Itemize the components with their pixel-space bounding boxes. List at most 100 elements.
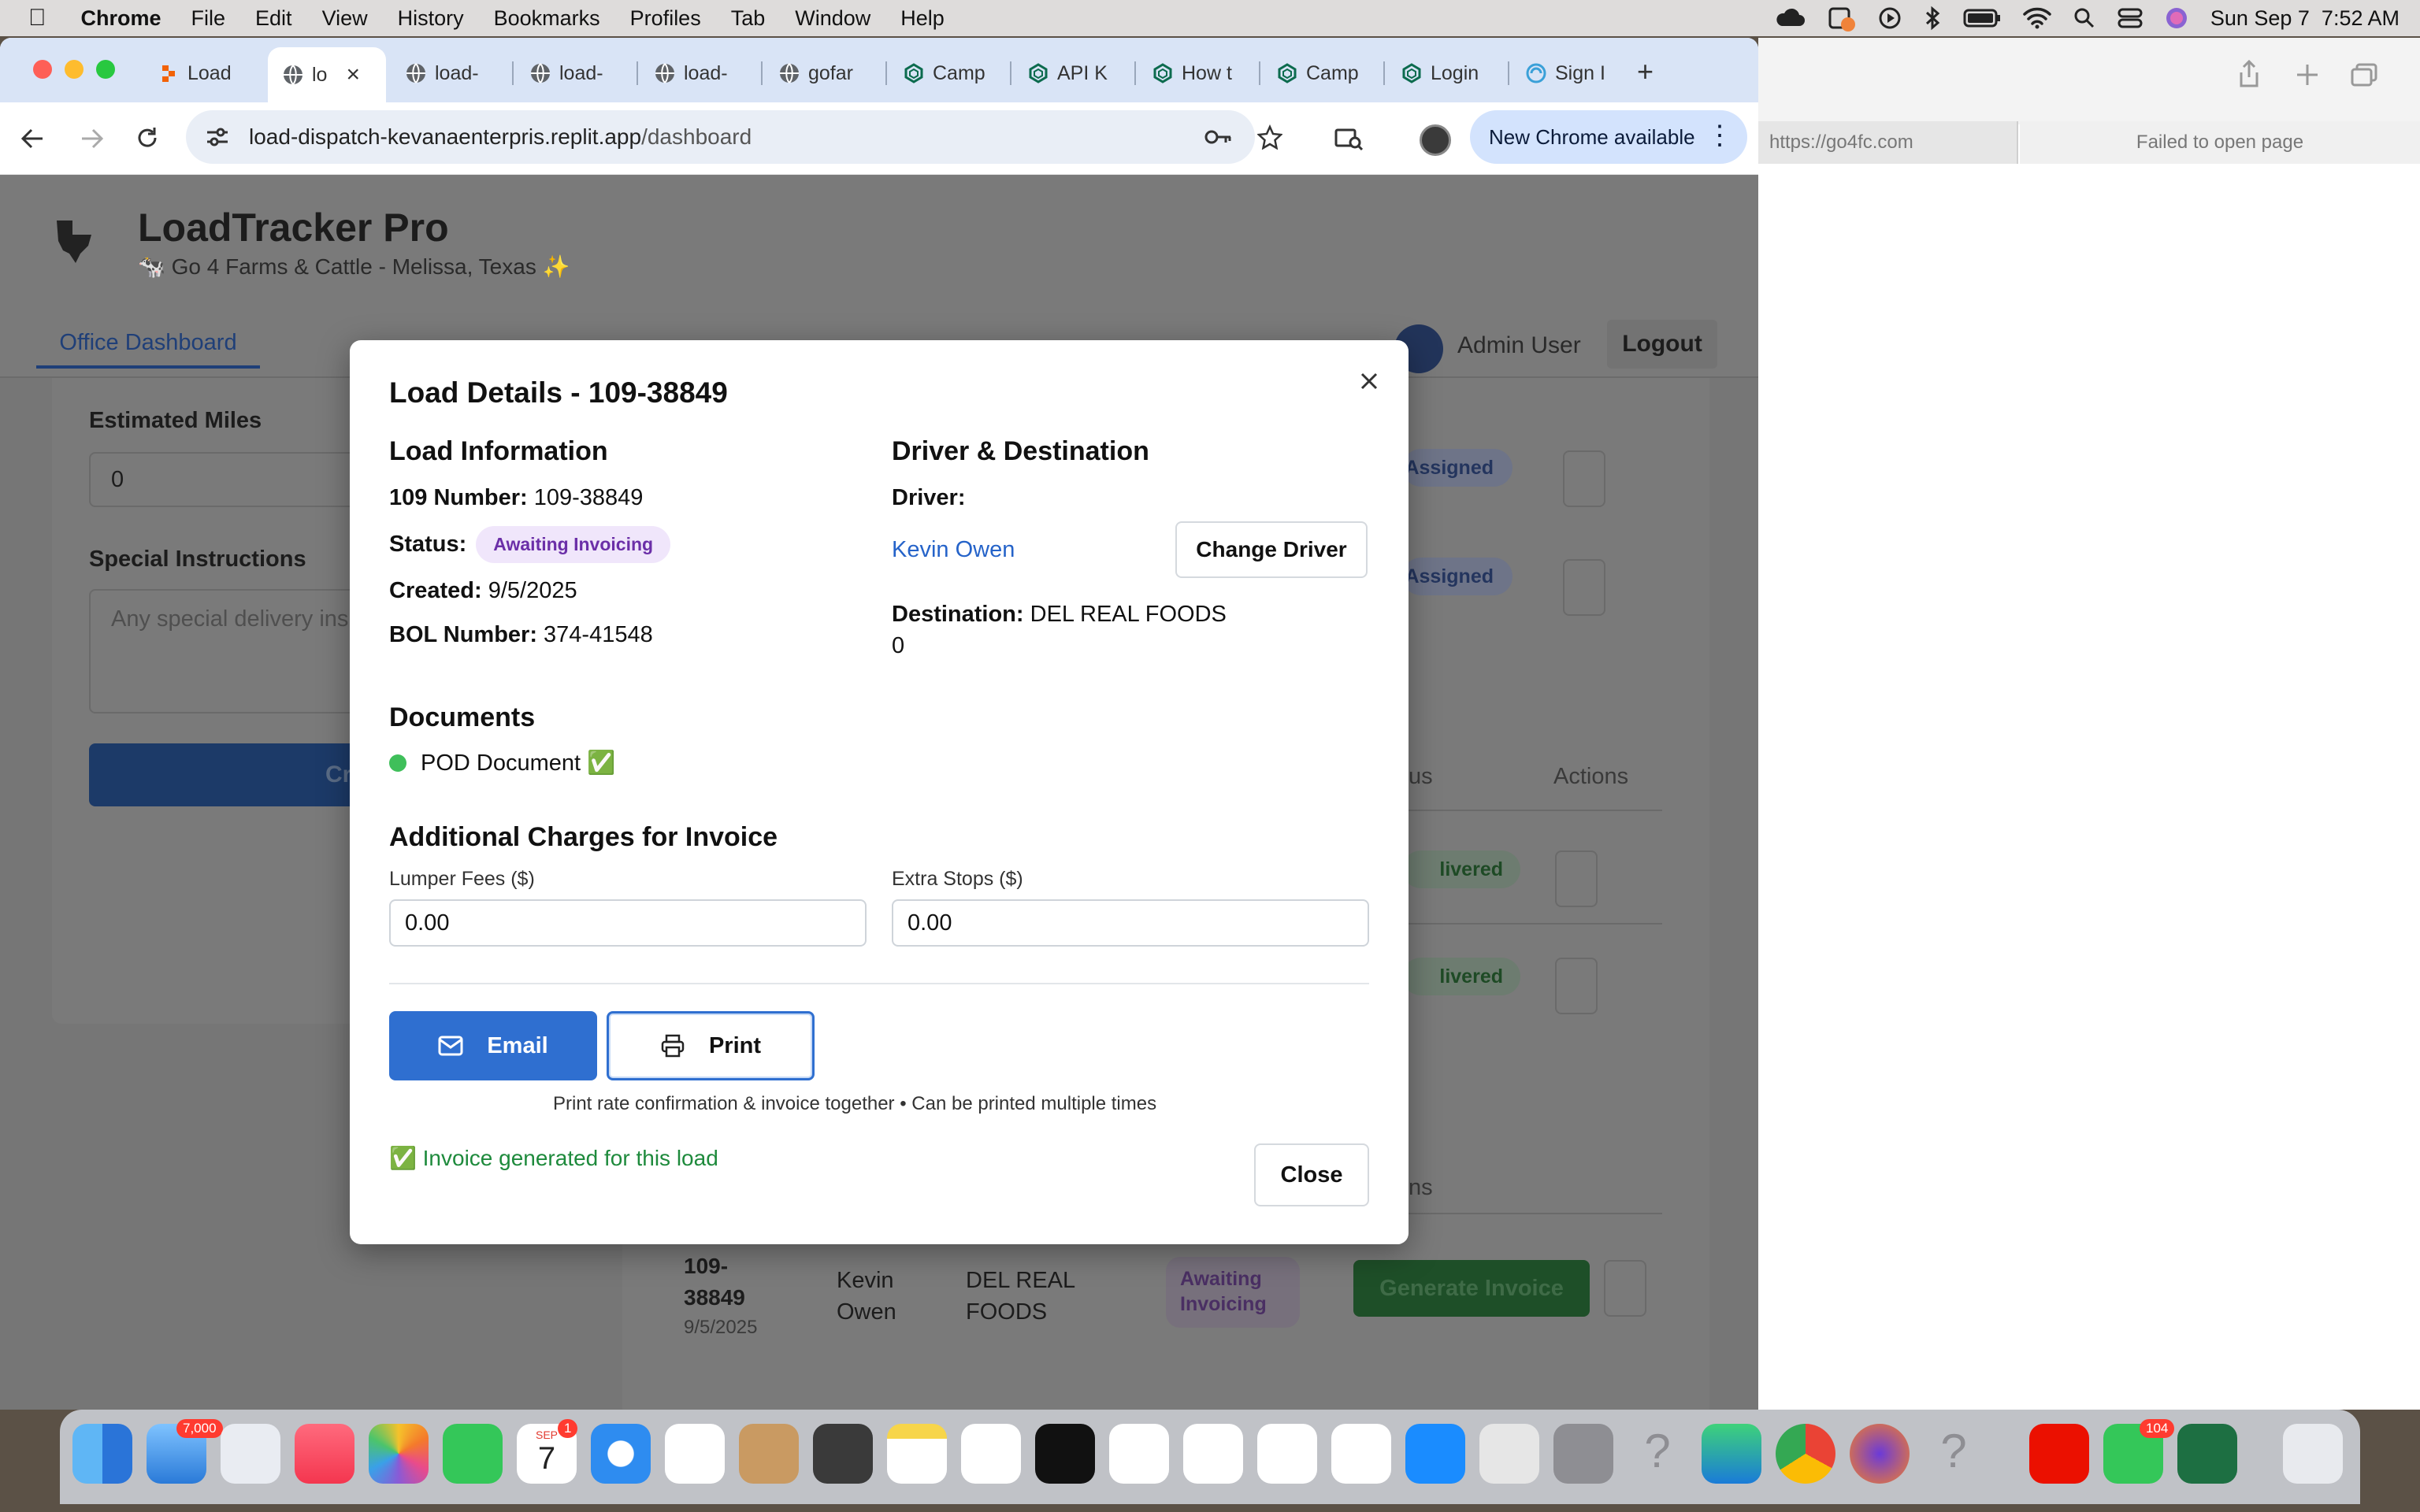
extra-stops-input[interactable]: 0.00 — [892, 899, 1369, 947]
lumper-fees-input[interactable]: 0.00 — [389, 899, 867, 947]
firefox-icon[interactable] — [1850, 1424, 1910, 1484]
secondary-tab[interactable]: Failed to open page — [2020, 121, 2420, 164]
minimize-window-icon[interactable] — [65, 60, 84, 79]
close-tab-icon[interactable]: × — [346, 61, 360, 88]
menu-edit[interactable]: Edit — [255, 6, 292, 31]
address-bar[interactable]: load-dispatch-kevanaenterpris.replit.app… — [186, 110, 1282, 164]
email-button[interactable]: Email — [389, 1011, 597, 1080]
menu-help[interactable]: Help — [900, 6, 945, 31]
tab-gofar[interactable]: gofar — [778, 54, 873, 93]
action-button[interactable] — [1555, 850, 1598, 907]
tab-login[interactable]: Login — [1401, 54, 1495, 93]
disk-utility-icon[interactable] — [1479, 1424, 1539, 1484]
kebab-menu-icon[interactable]: ⋮ — [1706, 118, 1733, 153]
keynote-icon[interactable] — [1183, 1424, 1243, 1484]
reload-icon[interactable] — [135, 126, 159, 150]
facetime-icon[interactable] — [443, 1424, 503, 1484]
wifi-icon[interactable] — [2023, 7, 2051, 29]
notes-icon[interactable] — [887, 1424, 947, 1484]
tab-camp-2[interactable]: Camp — [1276, 54, 1371, 93]
action-button[interactable] — [1604, 1260, 1646, 1317]
back-arrow-icon[interactable] — [20, 128, 44, 150]
plus-icon[interactable] — [2296, 63, 2319, 87]
mail-icon[interactable]: 7,000 — [147, 1419, 223, 1484]
news-icon[interactable] — [1109, 1424, 1169, 1484]
document-item[interactable]: POD Document ✅ — [389, 750, 615, 776]
tabs-overview-icon[interactable] — [2351, 63, 2377, 87]
finder-icon[interactable] — [72, 1424, 132, 1484]
menu-view[interactable]: View — [322, 6, 368, 31]
action-button[interactable] — [1563, 450, 1605, 507]
tab-active[interactable]: lo × — [268, 47, 386, 102]
secondary-url-tab[interactable]: https://go4fc.com — [1758, 121, 2018, 164]
launchpad-icon[interactable] — [221, 1424, 280, 1484]
password-key-icon[interactable] — [1204, 128, 1232, 146]
unknown-app-icon[interactable]: ? — [1924, 1424, 1984, 1484]
tab-office-dashboard[interactable]: Office Dashboard — [36, 320, 260, 369]
reminders-icon[interactable] — [665, 1424, 725, 1484]
tab-sign[interactable]: Sign I — [1525, 54, 1620, 93]
action-button[interactable] — [1563, 559, 1605, 616]
tab-camp[interactable]: Camp — [903, 54, 997, 93]
row-load-number[interactable]: 109- 38849 — [684, 1251, 745, 1314]
tab-load[interactable]: Load — [158, 54, 252, 93]
photos-icon[interactable] — [369, 1424, 429, 1484]
menu-app-name[interactable]: Chrome — [81, 6, 161, 31]
numbers-icon[interactable] — [1257, 1424, 1317, 1484]
print-button[interactable]: Print — [607, 1011, 815, 1080]
tab-api[interactable]: API K — [1027, 54, 1122, 93]
menu-window[interactable]: Window — [795, 6, 870, 31]
chrome-icon[interactable] — [1776, 1424, 1835, 1484]
creative-cloud-icon[interactable] — [2029, 1424, 2089, 1484]
system-settings-icon[interactable] — [1553, 1424, 1613, 1484]
bookmark-star-icon[interactable] — [1257, 124, 1282, 150]
close-window-icon[interactable] — [33, 60, 52, 79]
pages-icon[interactable] — [1331, 1424, 1391, 1484]
menu-profiles[interactable]: Profiles — [630, 6, 701, 31]
change-driver-button[interactable]: Change Driver — [1175, 521, 1368, 578]
close-button[interactable]: Close — [1254, 1143, 1369, 1206]
bluetooth-icon[interactable] — [1924, 6, 1941, 31]
driver-name-link[interactable]: Kevin Owen — [892, 537, 1015, 563]
calendar-icon[interactable]: SEP 7 1 — [517, 1419, 578, 1484]
siri-icon[interactable] — [2165, 6, 2188, 30]
safari-icon[interactable] — [591, 1424, 651, 1484]
play-icon[interactable] — [1878, 6, 1902, 30]
spotlight-icon[interactable] — [2073, 7, 2095, 29]
menu-bookmarks[interactable]: Bookmarks — [494, 6, 600, 31]
tab-load-4[interactable]: load- — [654, 54, 748, 93]
site-settings-icon[interactable] — [205, 125, 230, 149]
menu-file[interactable]: File — [191, 6, 226, 31]
edge-icon[interactable] — [1702, 1424, 1761, 1484]
new-chrome-available-button[interactable]: New Chrome available ⋮ — [1470, 110, 1747, 164]
share-icon[interactable] — [2237, 60, 2261, 88]
excel-icon[interactable] — [2177, 1424, 2237, 1484]
tab-search-icon[interactable] — [1334, 128, 1363, 151]
tab-how[interactable]: How t — [1152, 54, 1246, 93]
calculator-icon[interactable] — [813, 1424, 873, 1484]
cloud-icon[interactable] — [1774, 7, 1806, 29]
menubar-datetime[interactable]: Sun Sep 7 7:52 AM — [2210, 6, 2400, 31]
control-center-icon[interactable] — [2118, 7, 2143, 29]
app-store-icon[interactable] — [1405, 1424, 1465, 1484]
maximize-window-icon[interactable] — [96, 60, 115, 79]
app-status-icon[interactable] — [1828, 4, 1856, 32]
logout-button[interactable]: Logout — [1607, 320, 1717, 369]
action-button[interactable] — [1555, 958, 1598, 1014]
profile-avatar[interactable] — [1420, 124, 1451, 156]
tab-load-2[interactable]: load- — [405, 54, 499, 93]
freeform-icon[interactable] — [961, 1424, 1021, 1484]
messages-icon[interactable]: 104 — [2103, 1419, 2175, 1484]
unknown-app-icon[interactable]: ? — [1628, 1424, 1687, 1484]
trash-icon[interactable] — [2283, 1424, 2343, 1484]
menu-tab[interactable]: Tab — [731, 6, 766, 31]
apple-icon[interactable]:  — [28, 5, 46, 32]
close-icon[interactable] — [1360, 372, 1379, 391]
music-icon[interactable] — [295, 1424, 354, 1484]
apple-tv-icon[interactable] — [1035, 1424, 1095, 1484]
new-tab-icon[interactable]: + — [1637, 55, 1654, 88]
menu-history[interactable]: History — [398, 6, 464, 31]
contacts-icon[interactable] — [739, 1424, 799, 1484]
battery-icon[interactable] — [1963, 8, 2001, 28]
generate-invoice-button[interactable]: Generate Invoice — [1353, 1260, 1590, 1317]
